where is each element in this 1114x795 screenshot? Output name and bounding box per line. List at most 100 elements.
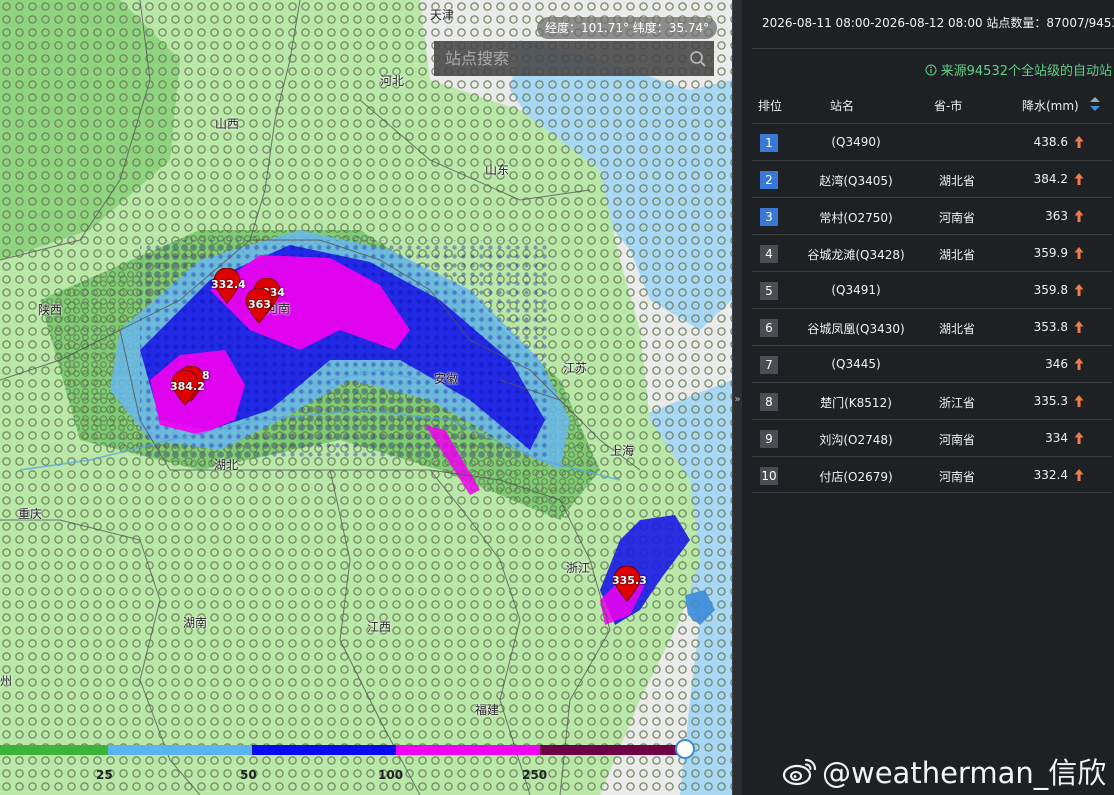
rain-amount: 363 [1045,209,1068,223]
arrow-up-icon [1074,321,1084,333]
sort-icon[interactable] [1089,95,1101,113]
province-label: 上海 [610,444,635,458]
rain-amount: 335.3 [1033,394,1068,408]
rain-amount: 334 [1045,431,1068,445]
pin-value: 384.2 [170,380,205,393]
province-label: 山东 [485,163,510,177]
ranking-table: 1 (Q3490) 438.6 2 赵湾(Q3405) 湖北省 384.2 3 … [752,123,1112,493]
arrow-up-icon [1074,136,1084,148]
province-name: 湖北省 [938,174,975,188]
table-row[interactable]: 5 (Q3491) 359.8 [752,271,1112,308]
rain-amount: 353.8 [1033,320,1068,334]
weibo-icon [782,758,817,786]
province-name: 湖北省 [938,322,975,336]
province-label: 州 [0,674,13,688]
province-name: 河南省 [938,470,975,484]
station-name: (Q3445) [831,357,881,371]
pin-value: 335.3 [612,574,647,587]
province-label: 湖北 [214,458,239,472]
province-name: 浙江省 [938,396,975,410]
station-name: 常村(O2750) [819,211,893,225]
table-row[interactable]: 2 赵湾(Q3405) 湖北省 384.2 [752,160,1112,197]
rain-amount: 359.8 [1033,283,1068,297]
province-label: 陕西 [38,303,63,317]
legend-tick: 50 [240,768,257,782]
collapse-panel-icon[interactable]: » [733,392,742,408]
table-row[interactable]: 4 谷城龙滩(Q3428) 湖北省 359.9 [752,234,1112,271]
watermark-text: @weatherman_信欣 [822,756,1107,790]
arrow-up-icon [1074,469,1084,481]
divider [752,48,1114,49]
station-name: 楚门(K8512) [820,396,892,410]
arrow-up-icon [1074,247,1084,259]
station-name: 刘沟(O2748) [819,433,893,447]
province-name: 河南省 [938,211,975,225]
info-icon [925,64,936,76]
arrow-up-icon [1074,395,1084,407]
rank-badge: 5 [760,282,778,300]
map-canvas[interactable] [0,0,732,795]
station-name: 谷城龙滩(Q3428) [807,248,905,262]
pin-value: 8 [202,369,210,382]
rank-badge: 1 [760,134,778,152]
province-label: 重庆 [18,507,43,521]
station-name: 谷城凤凰(Q3430) [807,322,905,336]
arrow-up-icon [1074,358,1084,370]
legend-segment [540,745,684,755]
rank-badge: 2 [760,171,778,189]
column-province: 省-市 [934,99,963,113]
province-label: 福建 [475,703,500,717]
rain-amount: 332.4 [1033,468,1068,482]
pin-value: 363 [248,298,271,311]
arrow-up-icon [1074,284,1084,296]
source-note: 来源94532个全站级的自动站 [925,60,1112,79]
rain-amount: 438.6 [1033,135,1068,149]
table-row[interactable]: 10 付店(O2679) 河南省 332.4 [752,456,1112,493]
source-note-text: 来源94532个全站级的自动站 [940,64,1112,79]
province-label: 湖南 [183,616,208,630]
ranking-panel: 2026-08-11 08:00-2026-08-12 08:00 站点数量：8… [742,0,1114,795]
watermark: @weatherman_信欣 [782,750,1106,792]
legend-slider-handle[interactable] [675,739,695,759]
province-label: 江西 [367,620,392,634]
pin-value: 332.4 [211,278,246,291]
province-name: 湖北省 [938,248,975,262]
rank-badge: 7 [760,356,778,374]
search-icon[interactable] [683,44,713,74]
province-label: 天津 [430,8,455,22]
rain-amount: 346 [1045,357,1068,371]
table-row[interactable]: 7 (Q3445) 346 [752,345,1112,382]
province-label: 安徽 [434,372,459,386]
legend-tick: 100 [378,768,404,782]
province-name: 河南省 [938,433,975,447]
table-row[interactable]: 6 谷城凤凰(Q3430) 湖北省 353.8 [752,308,1112,345]
rank-badge: 3 [760,208,778,226]
rank-badge: 9 [760,430,778,448]
search-input[interactable] [435,42,683,75]
column-rainfall[interactable]: 降水(mm) [1022,97,1079,114]
station-name: (Q3490) [831,135,881,149]
table-row[interactable]: 3 常村(O2750) 河南省 363 [752,197,1112,234]
rainfall-map[interactable]: 天津 河北 山西 山东 陕西 河南 安徽 江苏 湖北 上海 重庆 浙江 湖南 江… [0,0,732,795]
table-row[interactable]: 9 刘沟(O2748) 河南省 334 [752,419,1112,456]
legend-segment [108,745,252,755]
time-range-header: 2026-08-11 08:00-2026-08-12 08:00 站点数量：8… [762,16,1114,30]
rain-amount: 359.9 [1033,246,1068,260]
table-row[interactable]: 1 (Q3490) 438.6 [752,123,1112,160]
station-name: (Q3491) [831,283,881,297]
column-rank: 排位 [758,99,783,113]
rank-badge: 6 [760,319,778,337]
arrow-up-icon [1074,432,1084,444]
province-label: 江苏 [563,361,588,375]
rank-badge: 10 [760,467,778,485]
station-name: 赵湾(Q3405) [819,174,893,188]
column-station: 站名 [830,99,855,113]
rank-badge: 4 [760,245,778,263]
station-search[interactable] [434,41,714,76]
province-label: 山西 [215,117,240,131]
table-row[interactable]: 8 楚门(K8512) 浙江省 335.3 [752,382,1112,419]
app-root: 天津 河北 山西 山东 陕西 河南 安徽 江苏 湖北 上海 重庆 浙江 湖南 江… [0,0,1114,795]
coordinate-readout: 经度：101.71° 纬度：35.74° [537,17,718,39]
legend-tick: 250 [522,768,548,782]
rain-amount: 384.2 [1033,172,1068,186]
